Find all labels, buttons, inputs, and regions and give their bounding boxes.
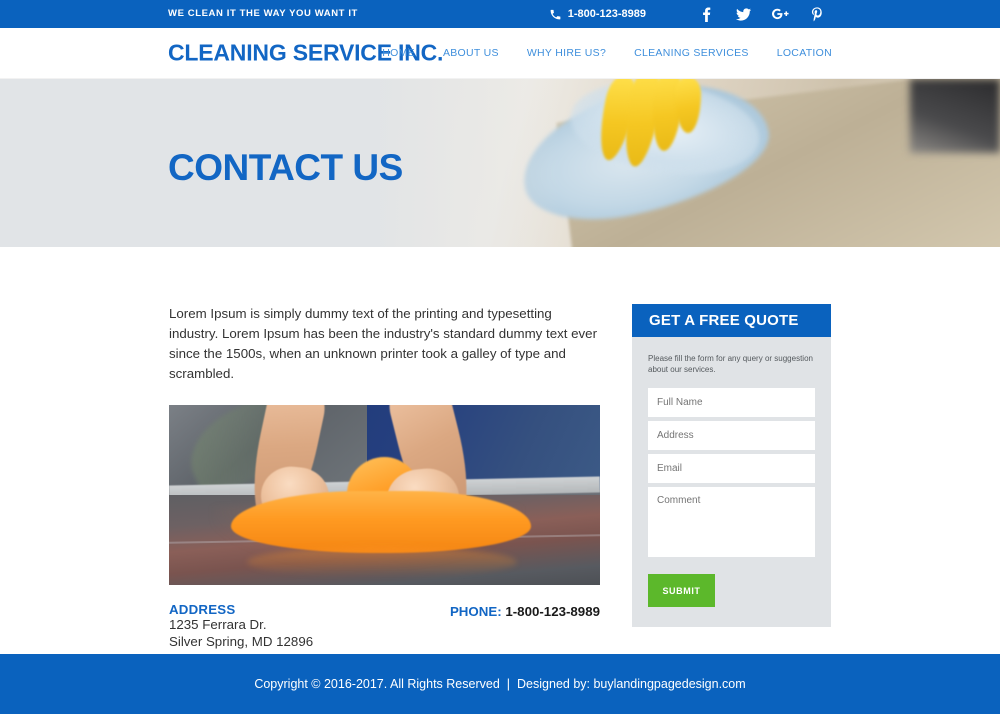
image-orange-cloth <box>231 491 531 553</box>
site-header: CLEANING SERVICE INC. HOME ABOUT US WHY … <box>0 28 1000 79</box>
top-bar-right: 1-800-123-8989 <box>549 0 830 28</box>
footer-separator: | <box>506 677 511 691</box>
page-title: CONTACT US <box>168 147 403 188</box>
submit-button[interactable]: SUBMIT <box>648 574 715 607</box>
quote-form-heading: GET A FREE QUOTE <box>632 304 831 337</box>
address-input[interactable] <box>648 421 815 450</box>
content-column-left: Lorem Ipsum is simply dummy text of the … <box>169 304 600 654</box>
contact-phone: PHONE: 1-800-123-8989 <box>450 604 600 619</box>
hero-dark-corner <box>910 79 1000 153</box>
pinterest-icon[interactable] <box>804 0 830 28</box>
address-line-2: Silver Spring, MD 12896 <box>169 633 314 649</box>
hero-banner: CONTACT US <box>0 79 1000 247</box>
comment-textarea[interactable] <box>648 487 815 557</box>
main-navigation: HOME ABOUT US WHY HIRE US? CLEANING SERV… <box>382 47 832 59</box>
contact-info-row: ADDRESS 1235 Ferrara Dr. Silver Spring, … <box>169 602 600 654</box>
image-cloth-reflection <box>247 547 517 577</box>
nav-item-why-hire-us[interactable]: WHY HIRE US? <box>527 47 606 59</box>
twitter-icon[interactable] <box>730 0 756 28</box>
top-bar: WE CLEAN IT THE WAY YOU WANT IT 1-800-12… <box>0 0 1000 28</box>
footer-copyright: Copyright © 2016-2017. All Rights Reserv… <box>254 677 500 691</box>
address-line-1: 1235 Ferrara Dr. <box>169 617 267 632</box>
content-image <box>169 405 600 585</box>
quote-form-description: Please fill the form for any query or su… <box>648 354 813 374</box>
footer-designed-by: Designed by: buylandingpagedesign.com <box>517 677 746 691</box>
nav-item-about-us[interactable]: ABOUT US <box>443 47 499 59</box>
nav-item-cleaning-services[interactable]: CLEANING SERVICES <box>634 47 749 59</box>
quote-form-body: Please fill the form for any query or su… <box>632 337 831 627</box>
top-bar-inner: WE CLEAN IT THE WAY YOU WANT IT 1-800-12… <box>0 0 1000 28</box>
facebook-icon[interactable] <box>693 0 719 28</box>
phone-label: PHONE: <box>449 604 502 619</box>
top-bar-phone-number: 1-800-123-8989 <box>567 8 646 20</box>
full-name-input[interactable] <box>648 388 815 417</box>
main-content: Lorem Ipsum is simply dummy text of the … <box>0 247 1000 654</box>
google-plus-icon[interactable] <box>767 0 793 28</box>
nav-item-home[interactable]: HOME <box>382 47 415 59</box>
phone-icon <box>549 8 562 21</box>
email-input[interactable] <box>648 454 815 483</box>
intro-paragraph: Lorem Ipsum is simply dummy text of the … <box>169 306 597 381</box>
top-bar-phone[interactable]: 1-800-123-8989 <box>549 8 646 21</box>
social-links <box>682 0 830 28</box>
quote-form-panel: GET A FREE QUOTE Please fill the form fo… <box>632 304 831 627</box>
site-footer: Copyright © 2016-2017. All Rights Reserv… <box>0 654 1000 714</box>
nav-item-location[interactable]: LOCATION <box>777 47 832 59</box>
site-tagline: WE CLEAN IT THE WAY YOU WANT IT <box>168 8 358 19</box>
phone-number: 1-800-123-8989 <box>505 604 600 619</box>
